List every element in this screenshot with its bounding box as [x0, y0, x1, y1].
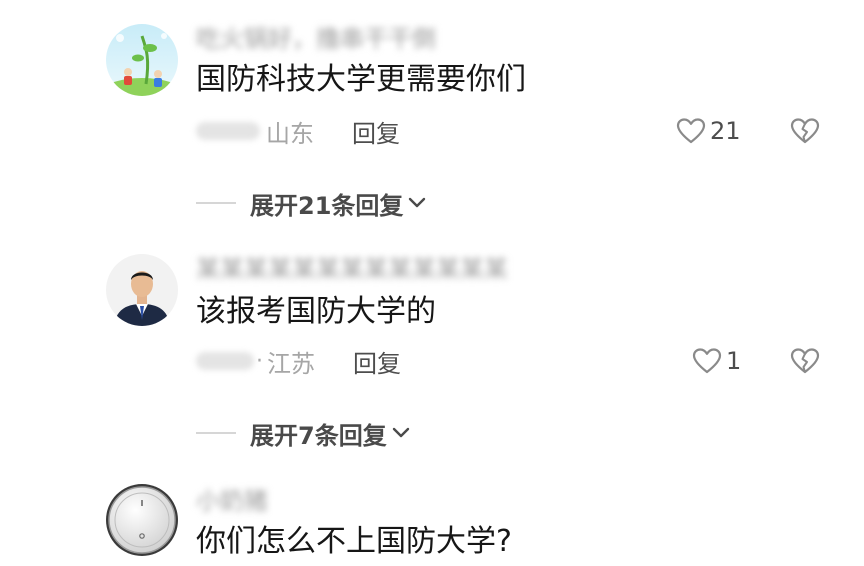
comment-text: 你们怎么不上国防大学? — [196, 524, 512, 559]
dislike-button[interactable] — [790, 114, 820, 148]
avatar[interactable] — [106, 254, 178, 326]
expand-replies[interactable]: 展开21条回复 — [196, 186, 427, 220]
like-button[interactable]: 1 — [692, 344, 741, 378]
avatar[interactable] — [106, 24, 178, 96]
comment-meta: · 江苏 回复 — [196, 344, 401, 378]
switch-avatar-image — [106, 484, 178, 556]
dislike-button[interactable] — [790, 344, 820, 378]
comment-username[interactable]: 某某某某某某某某某某某某某 — [196, 254, 508, 284]
comment-text: 国防科技大学更需要你们 — [196, 62, 526, 97]
comment-meta: 山东 回复 — [196, 114, 400, 148]
reply-button[interactable]: 回复 — [352, 114, 400, 149]
broken-heart-icon — [790, 118, 820, 144]
comment-username[interactable]: 小奶猪 — [196, 486, 268, 516]
like-button[interactable]: 21 — [676, 114, 741, 148]
comment-text: 该报考国防大学的 — [196, 294, 436, 329]
comment-username[interactable]: 吃火锅好，撸串干干倒 — [196, 24, 436, 54]
divider — [196, 202, 236, 204]
heart-icon — [692, 348, 722, 374]
person-photo-avatar-image — [106, 254, 178, 326]
cartoon-avatar-image — [106, 24, 178, 96]
comment-list: 吃火锅好，撸串干干倒 国防科技大学更需要你们 山东 回复 21 展开21条回复 — [0, 0, 864, 566]
like-count: 1 — [726, 347, 742, 375]
comment-location: 江苏 — [267, 349, 315, 378]
chevron-down-icon — [392, 427, 409, 438]
separator-dot: · — [256, 348, 263, 374]
expand-replies-label: 展开21条回复 — [250, 191, 404, 220]
comment-location: 山东 — [266, 119, 314, 148]
broken-heart-icon — [790, 348, 820, 374]
heart-icon — [676, 118, 706, 144]
avatar[interactable] — [106, 484, 178, 556]
expand-replies-label: 展开7条回复 — [250, 421, 387, 450]
blurred-date — [196, 122, 260, 140]
divider — [196, 432, 236, 434]
reply-button[interactable]: 回复 — [353, 344, 401, 379]
like-count: 21 — [710, 117, 741, 145]
chevron-down-icon — [409, 197, 426, 208]
expand-replies[interactable]: 展开7条回复 — [196, 416, 411, 450]
blurred-date — [196, 352, 254, 370]
